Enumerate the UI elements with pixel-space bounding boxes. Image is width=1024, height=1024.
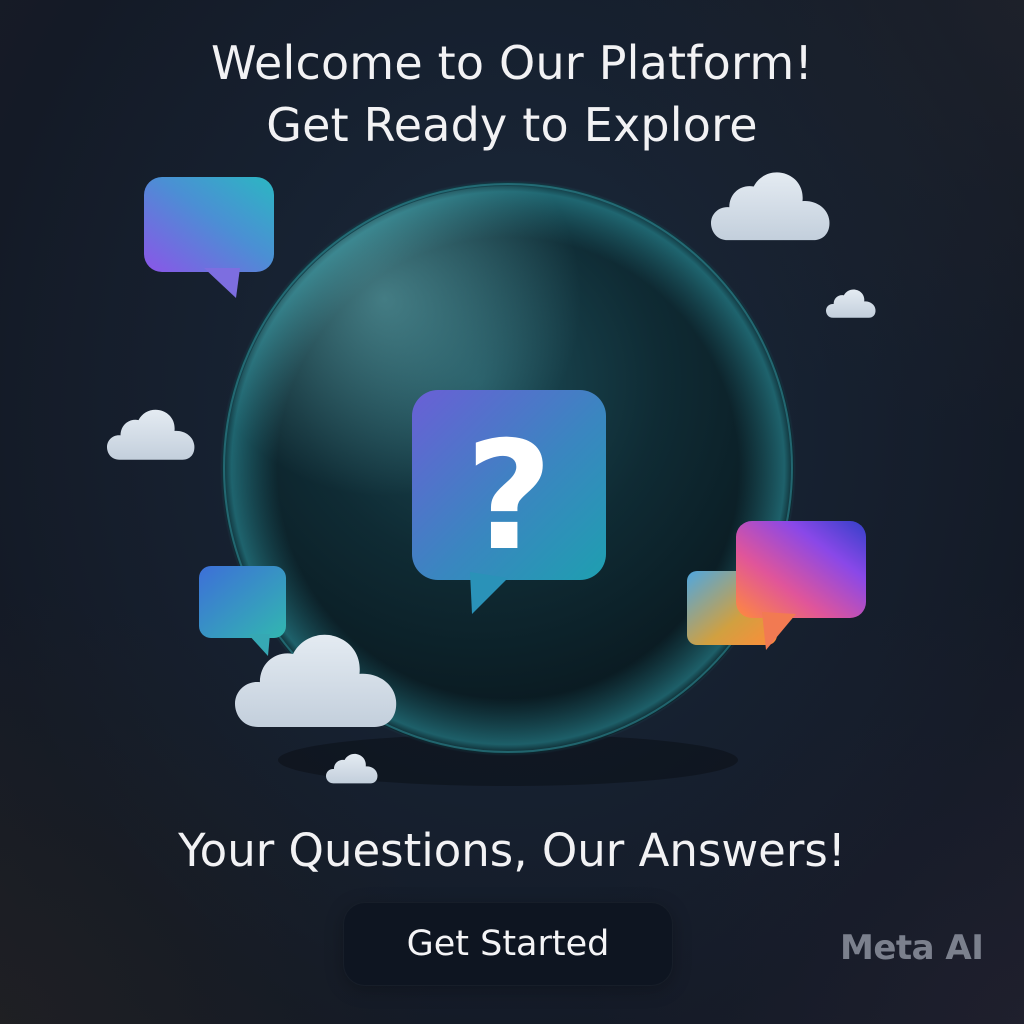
meta-ai-watermark: Meta AI — [840, 928, 984, 968]
tagline: Your Questions, Our Answers! — [178, 824, 846, 877]
chat-bubble-icon — [199, 566, 286, 656]
get-started-button[interactable]: Get Started — [343, 902, 673, 986]
cloud-icon — [711, 172, 830, 241]
chat-bubble-icon — [144, 177, 274, 298]
question-mark-glyph: ? — [465, 410, 552, 584]
cloud-icon — [107, 409, 195, 460]
cloud-icon — [826, 289, 876, 318]
